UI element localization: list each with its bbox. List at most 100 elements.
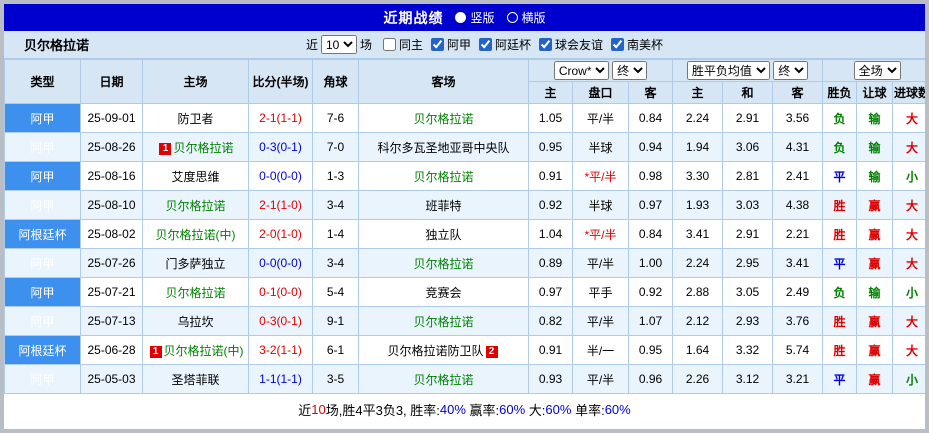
match-row: 阿根廷杯 25-06-28 1 贝尔格拉诺(中) 3-2(1-1) 6-1 贝尔格拉诺防卫队… [4, 335, 925, 365]
odds-time-select[interactable]: 终 [612, 61, 648, 80]
filter-checkbox[interactable]: 球会友谊 [539, 36, 603, 53]
home-team-link[interactable]: 贝尔格拉诺 [165, 199, 225, 213]
corners-cell: 7-6 [312, 103, 359, 133]
avg-home-odds: 2.26 [672, 364, 724, 394]
away-team-link[interactable]: 贝尔格拉诺 [413, 170, 473, 184]
col-corners: 角球 [312, 59, 359, 104]
avg-away-odds: 3.21 [772, 364, 824, 394]
league-badge: 阿根廷杯 [4, 335, 81, 365]
home-team-link[interactable]: 圣塔菲联 [171, 373, 219, 387]
corners-cell: 3-4 [312, 190, 359, 220]
away-team-link[interactable]: 贝尔格拉诺 [413, 257, 473, 271]
handicap-home-odds: 0.93 [528, 364, 573, 394]
away-team-link[interactable]: 贝尔格拉诺 [413, 112, 473, 126]
col-handicap-result: 让球 [856, 81, 894, 104]
handicap-line: 平手 [572, 277, 629, 307]
away-team-link[interactable]: 竞赛会 [425, 286, 461, 300]
home-team-link[interactable]: 贝尔格拉诺 [165, 286, 225, 300]
avg-type-select[interactable]: 胜平负均值 [686, 61, 770, 80]
page-title: 近期战绩 [383, 9, 444, 26]
radio-horizontal-label: 横版 [521, 11, 546, 25]
score-cell: 2-1(1-1) [248, 103, 313, 133]
score-cell: 0-1(0-0) [248, 277, 313, 307]
avg-draw-odds: 3.06 [722, 132, 774, 162]
handicap-away-odds: 0.97 [627, 190, 674, 220]
recent-results-panel: 近期战绩 竖版 横版 贝尔格拉诺 近 10 场 同主 阿甲 阿廷杯 球会友谊 南美杯 类… [0, 0, 929, 433]
match-count-select[interactable]: 10 [320, 35, 357, 54]
filter-checkbox[interactable]: 同主 [382, 36, 423, 53]
home-team-link[interactable]: 乌拉坎 [177, 315, 213, 329]
home-team-cell: 乌拉坎 [142, 306, 249, 336]
near-label: 近 [305, 38, 318, 52]
score-cell: 3-2(1-1) [248, 335, 313, 365]
league-badge: 阿甲 [4, 103, 81, 133]
col-avg-draw: 和 [722, 81, 774, 104]
league-badge: 阿甲 [4, 277, 81, 307]
filter-checkbox-input[interactable] [382, 37, 396, 51]
filter-checkbox-input[interactable] [539, 37, 553, 51]
away-team-link[interactable]: 贝尔格拉诺 [413, 315, 473, 329]
away-team-cell: 贝尔格拉诺防卫队 2 [358, 335, 529, 365]
match-row: 阿甲 25-07-21 贝尔格拉诺 0-1(0-0) 5-4 竞赛会 0.97 平手 0.92 2… [4, 277, 925, 307]
result-cell: 负 [822, 132, 858, 162]
match-date: 25-08-02 [80, 219, 143, 249]
avg-draw-odds: 2.91 [722, 103, 774, 133]
handicap-line: 半球 [572, 132, 629, 162]
avg-home-odds: 3.41 [672, 219, 724, 249]
avg-time-select[interactable]: 终 [773, 61, 809, 80]
handicap-result-cell: 输 [856, 277, 894, 307]
handicap-line: 半/一 [572, 335, 629, 365]
handicap-away-odds: 0.98 [627, 161, 674, 191]
handicap-result-cell: 赢 [856, 248, 894, 278]
home-team-link[interactable]: 门多萨独立 [165, 257, 225, 271]
home-team-link[interactable]: 艾度思维 [171, 170, 219, 184]
away-team-link[interactable]: 班菲特 [425, 199, 461, 213]
summary-segment: 10 [311, 402, 326, 417]
radio-unselected-icon [506, 12, 518, 23]
filter-checkbox[interactable]: 阿廷杯 [479, 36, 531, 53]
avg-draw-odds: 3.12 [722, 364, 774, 394]
col-result: 胜负 [822, 81, 858, 104]
match-row: 阿根廷杯 25-08-02 贝尔格拉诺(中) 2-0(1-0) 1-4 独立队 1.04 *平… [4, 219, 925, 249]
red-card-badge: 2 [485, 345, 498, 358]
goals-result-cell: 大 [892, 103, 925, 133]
filter-checkbox-input[interactable] [430, 37, 444, 51]
avg-away-odds: 3.41 [772, 248, 824, 278]
col-away: 客场 [358, 59, 529, 104]
filter-checkbox[interactable]: 阿甲 [430, 36, 471, 53]
match-date: 25-09-01 [80, 103, 143, 133]
odds-source-select[interactable]: Crow* [553, 61, 609, 80]
away-team-link[interactable]: 贝尔格拉诺 [413, 373, 473, 387]
scope-select[interactable]: 全场 [853, 61, 901, 80]
away-team-link[interactable]: 独立队 [425, 228, 461, 242]
away-team-link[interactable]: 科尔多瓦圣地亚哥中央队 [377, 141, 509, 155]
avg-draw-odds: 3.32 [722, 335, 774, 365]
home-team-link[interactable]: 贝尔格拉诺(中) [164, 344, 244, 358]
avg-home-odds: 1.93 [672, 190, 724, 220]
home-team-cell: 圣塔菲联 [142, 364, 249, 394]
home-team-cell: 门多萨独立 [142, 248, 249, 278]
handicap-home-odds: 0.95 [528, 132, 573, 162]
away-team-link[interactable]: 贝尔格拉诺防卫队 [387, 344, 483, 358]
home-team-link[interactable]: 贝尔格拉诺(中) [156, 228, 236, 242]
handicap-line: *平/半 [572, 161, 629, 191]
col-handicap: 盘口 [572, 81, 629, 104]
match-date: 25-07-13 [80, 306, 143, 336]
summary-line: 近 10 场,胜4平3负3, 胜率: 40% 赢率: 60% 大: 60% 单率: 60% [4, 394, 925, 425]
layout-radio-horizontal[interactable]: 横版 [506, 9, 546, 26]
avg-home-odds: 1.94 [672, 132, 724, 162]
goals-result-cell: 大 [892, 335, 925, 365]
filter-checkbox[interactable]: 南美杯 [611, 36, 663, 53]
score-cell: 2-0(1-0) [248, 219, 313, 249]
summary-segment: 60% [545, 402, 572, 417]
match-row: 阿甲 25-08-26 1 贝尔格拉诺 0-3(0-1) 7-0 科尔多瓦圣地亚哥中央队 0.… [4, 132, 925, 162]
col-goals: 进球数 [892, 81, 925, 104]
result-cell: 胜 [822, 219, 858, 249]
filter-checkbox-input[interactable] [479, 37, 492, 51]
layout-radio-vertical[interactable]: 竖版 [455, 9, 495, 26]
home-team-link[interactable]: 贝尔格拉诺 [173, 141, 233, 155]
home-team-link[interactable]: 防卫者 [177, 112, 213, 126]
red-card-badge: 1 [149, 345, 162, 358]
filter-checkbox-input[interactable] [611, 37, 625, 51]
avg-draw-odds: 3.03 [722, 190, 774, 220]
